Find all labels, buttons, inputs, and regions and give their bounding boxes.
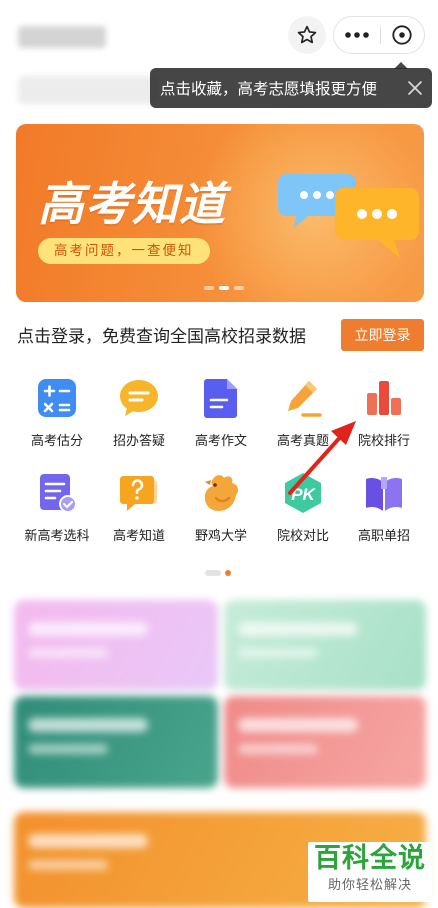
x-icon[interactable] <box>406 79 424 97</box>
blurred-card <box>224 696 426 788</box>
grid-item-label: 野鸡大学 <box>194 529 247 544</box>
book-icon <box>366 477 402 511</box>
grid-item-admission-qa[interactable]: 招办答疑 <box>97 376 181 449</box>
checklist-icon <box>40 474 77 513</box>
banner-dot <box>234 286 244 290</box>
app-title-blurred <box>18 26 106 48</box>
page-dot-active <box>225 570 231 576</box>
banner-subtitle: 高考问题，一查便知 <box>38 238 210 264</box>
svg-text:PK: PK <box>291 485 316 504</box>
grid-item-fake-universities[interactable]: 野鸡大学 <box>179 471 263 544</box>
login-button[interactable]: 立即登录 <box>341 319 424 351</box>
bar-chart-icon <box>367 381 401 415</box>
grid-pagination <box>205 570 231 576</box>
grid-item-label: 新高考选科 <box>24 529 90 544</box>
login-prompt: 点击登录，免费查询全国高校招录数据 <box>17 327 306 347</box>
banner-dot-active <box>219 286 229 290</box>
promo-banner[interactable]: 高考知道 高考问题，一查便知 <box>16 124 424 302</box>
grid-item-college-compare[interactable]: PK 院校对比 <box>261 471 345 544</box>
grid-item-label: 高考知道 <box>112 529 165 544</box>
chat-bubble-icon <box>120 380 158 416</box>
grid-item-label: 高职单招 <box>357 529 410 544</box>
grid-item-college-ranking[interactable]: 院校排行 <box>342 376 426 449</box>
banner-title: 高考知道 <box>38 177 226 231</box>
exit-button[interactable] <box>380 17 424 53</box>
more-button[interactable] <box>334 17 380 53</box>
grid-item-gaokao-know[interactable]: 高考知道 <box>97 471 181 544</box>
grid-item-label: 高考作文 <box>194 434 247 449</box>
grid-item-label: 高考真题 <box>276 434 329 449</box>
document-icon <box>204 379 237 418</box>
top-bar <box>0 0 438 70</box>
more-dots-icon <box>344 32 369 38</box>
mini-program-capsule <box>333 16 425 54</box>
tip-text: 点击收藏，高考志愿填报更方便 <box>160 80 378 98</box>
banner-dot <box>204 286 214 290</box>
grid-item-label: 院校对比 <box>276 529 329 544</box>
calculator-icon <box>38 379 76 417</box>
pk-icon: PK <box>285 473 321 513</box>
pencil-icon <box>288 381 322 417</box>
blurred-content <box>18 76 158 104</box>
grid-item-vocational[interactable]: 高职单招 <box>342 471 426 544</box>
grid-item-label: 院校排行 <box>357 434 410 449</box>
watermark-subtitle: 助你轻松解决 <box>327 878 412 893</box>
watermark: 百科全说 助你轻松解决 <box>308 842 432 902</box>
grid-item-essay[interactable]: 高考作文 <box>179 376 263 449</box>
banner-indicator <box>204 286 244 290</box>
circle-close-icon <box>392 25 412 45</box>
blurred-card <box>224 600 426 690</box>
watermark-title: 百科全说 <box>314 843 426 874</box>
grid-item-score-estimate[interactable]: 高考估分 <box>15 376 99 449</box>
star-outline-icon <box>297 25 317 44</box>
blurred-card <box>14 600 218 690</box>
favorite-tip: 点击收藏，高考志愿填报更方便 <box>150 68 432 108</box>
question-bubble-icon <box>120 476 157 511</box>
chat-bubble-orange-icon <box>335 188 419 258</box>
grid-item-past-papers[interactable]: 高考真题 <box>261 376 345 449</box>
grid-item-subject-selection[interactable]: 新高考选科 <box>15 471 99 544</box>
chicken-icon <box>204 475 239 511</box>
blurred-card <box>14 696 218 788</box>
favorite-button[interactable] <box>288 16 326 54</box>
grid-item-label: 招办答疑 <box>112 434 165 449</box>
grid-item-label: 高考估分 <box>30 434 83 449</box>
page-dot <box>205 570 221 576</box>
